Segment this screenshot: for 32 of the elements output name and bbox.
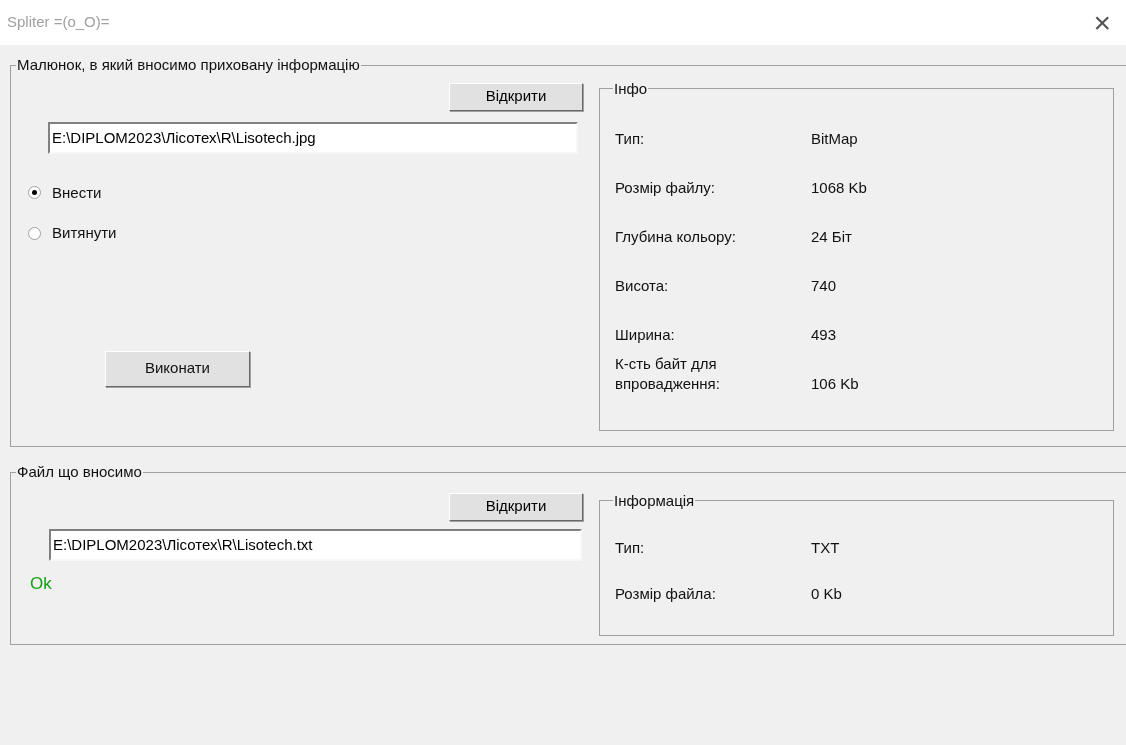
info-value: TXT: [811, 538, 840, 558]
info-value: 0 Kb: [811, 584, 842, 604]
radio-label: Витянути: [52, 223, 117, 243]
close-button[interactable]: ×: [1093, 7, 1111, 38]
group-title: Малюнок, в який вносимо приховану інформацію: [16, 55, 361, 75]
info-label: К-сть байт для впровадження:: [615, 354, 721, 394]
info-label: Висота:: [615, 276, 670, 296]
info-value: 493: [811, 325, 837, 345]
radio-button[interactable]: [28, 186, 41, 200]
info-label: Тип:: [615, 129, 646, 149]
open-button[interactable]: Відкрити: [449, 492, 583, 521]
info-value: 24 Біт: [811, 227, 852, 247]
info-label: Розмір файлу:: [615, 178, 717, 198]
info-label: Розмір файла:: [615, 584, 717, 604]
info-value: 1068 Kb: [811, 178, 867, 198]
info-value: 740: [811, 276, 837, 296]
path-field[interactable]: E:\DIPLOM2023\Лісотех\R\Lisotech.jpg: [48, 121, 578, 154]
info-value: BitMap: [811, 129, 858, 149]
group-title: Інфо: [613, 78, 649, 99]
info-value: 106 Kb: [811, 374, 859, 394]
group-title: Файл що вносимо: [16, 462, 143, 482]
path-field[interactable]: E:\DIPLOM2023\Лісотех\R\Lisotech.txt: [49, 528, 582, 561]
info-label: Ширина:: [615, 325, 676, 345]
run-button[interactable]: Виконати: [105, 350, 250, 387]
status-text: Ok: [30, 572, 53, 595]
open-button[interactable]: Відкрити: [449, 82, 583, 111]
group-title: Інформація: [613, 490, 696, 511]
radio-label: Внести: [52, 182, 102, 203]
radio-button[interactable]: [28, 226, 41, 240]
info-label: Глубина кольору:: [615, 227, 737, 247]
info-label: Тип:: [615, 538, 646, 558]
window-title: Spliter =(o_O)=: [7, 12, 110, 33]
